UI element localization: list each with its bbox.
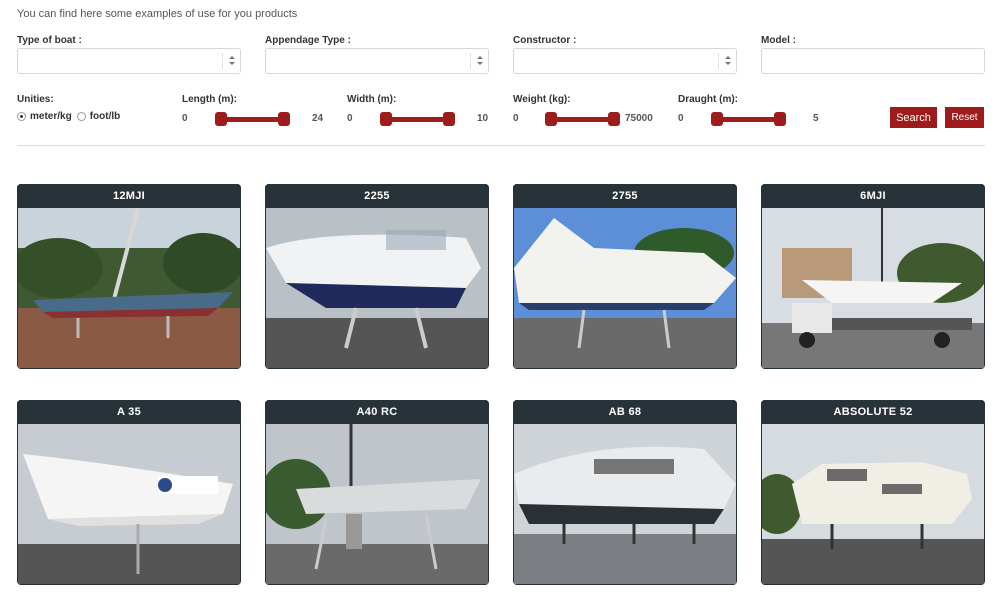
boat-photo[interactable] [266, 424, 488, 584]
length-max-value: 24 [312, 113, 324, 124]
boat-card-title: 2255 [265, 184, 489, 208]
model-input[interactable] [761, 48, 985, 74]
type-of-boat-select[interactable] [17, 48, 241, 74]
length-slider-max-handle[interactable] [278, 112, 290, 126]
select-arrows-icon [718, 53, 736, 69]
boat-card-title: 2755 [513, 184, 737, 208]
type-of-boat-label: Type of boat : [17, 35, 82, 46]
width-slider-max-handle[interactable] [443, 112, 455, 126]
reset-button[interactable]: Reset [945, 107, 984, 128]
boat-card-title: 12MJI [17, 184, 241, 208]
boat-card-12mji[interactable]: 12MJI [17, 184, 241, 369]
width-max-value: 10 [477, 113, 489, 124]
unities-radio-group: meter/kg foot/lb [17, 111, 125, 122]
select-arrows-icon [470, 53, 488, 69]
weight-min-value: 0 [513, 113, 519, 124]
boat-card-6mji[interactable]: 6MJI [761, 184, 985, 369]
length-min-value: 0 [182, 113, 188, 124]
unities-label: Unities: [17, 94, 54, 105]
boat-photo[interactable] [514, 208, 736, 368]
intro-text: You can find here some examples of use f… [17, 8, 298, 20]
weight-slider-max-handle[interactable] [608, 112, 620, 126]
boat-card-title: A40 RC [265, 400, 489, 424]
boat-card-a-35[interactable]: A 35 [17, 400, 241, 585]
boat-photo[interactable] [514, 424, 736, 584]
search-button[interactable]: Search [890, 107, 937, 128]
radio-checked-icon[interactable] [17, 112, 26, 121]
model-label: Model : [761, 35, 796, 46]
boat-card-title: ABSOLUTE 52 [761, 400, 985, 424]
unit-option-foot-lb[interactable]: foot/lb [76, 111, 121, 122]
boat-photo[interactable] [18, 208, 240, 368]
boat-card-a40-rc[interactable]: A40 RC [265, 400, 489, 585]
weight-max-value: 75000 [625, 113, 653, 124]
appendage-type-label: Appendage Type : [265, 35, 351, 46]
divider [17, 145, 985, 146]
width-min-value: 0 [347, 113, 353, 124]
width-slider-min-handle[interactable] [380, 112, 392, 126]
draught-label: Draught (m): [678, 94, 738, 105]
boat-card-ab-68[interactable]: AB 68 [513, 400, 737, 585]
boat-card-2755[interactable]: 2755 [513, 184, 737, 369]
select-arrows-icon [222, 53, 240, 69]
unit-option-label: meter/kg [30, 111, 72, 122]
boat-card-title: AB 68 [513, 400, 737, 424]
weight-label: Weight (kg): [513, 94, 571, 105]
draught-min-value: 0 [678, 113, 684, 124]
boat-photo[interactable] [18, 424, 240, 584]
boat-photo[interactable] [266, 208, 488, 368]
boat-photo[interactable] [762, 208, 984, 368]
weight-slider-min-handle[interactable] [545, 112, 557, 126]
constructor-label: Constructor : [513, 35, 577, 46]
length-label: Length (m): [182, 94, 237, 105]
boat-photo[interactable] [762, 424, 984, 584]
draught-slider-min-handle[interactable] [711, 112, 723, 126]
appendage-type-select[interactable] [265, 48, 489, 74]
unit-option-meter-kg[interactable]: meter/kg [17, 111, 72, 122]
boat-card-title: 6MJI [761, 184, 985, 208]
boat-card-absolute-52[interactable]: ABSOLUTE 52 [761, 400, 985, 585]
constructor-select[interactable] [513, 48, 737, 74]
boat-card-title: A 35 [17, 400, 241, 424]
length-slider-min-handle[interactable] [215, 112, 227, 126]
draught-max-value: 5 [813, 113, 819, 124]
draught-slider-max-handle[interactable] [774, 112, 786, 126]
boat-card-2255[interactable]: 2255 [265, 184, 489, 369]
radio-unchecked-icon[interactable] [76, 112, 86, 121]
width-label: Width (m): [347, 94, 397, 105]
unit-option-label: foot/lb [89, 111, 121, 122]
